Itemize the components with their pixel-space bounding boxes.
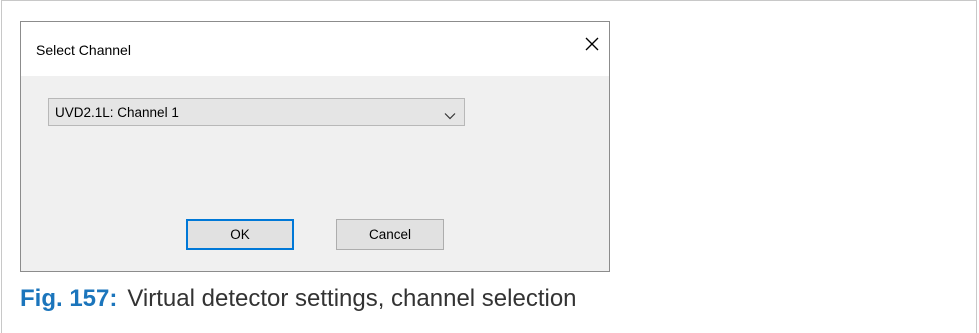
close-icon bbox=[585, 37, 599, 56]
channel-dropdown[interactable]: UVD2.1L: Channel 1 bbox=[48, 98, 465, 126]
figure-caption: Fig. 157: Virtual detector settings, chan… bbox=[20, 285, 577, 313]
chevron-down-icon bbox=[444, 108, 456, 120]
ok-button[interactable]: OK bbox=[186, 219, 294, 250]
dialog-title: Select Channel bbox=[36, 42, 131, 58]
figure-caption-label: Fig. 157: bbox=[20, 285, 118, 312]
cancel-button[interactable]: Cancel bbox=[336, 219, 444, 250]
figure-caption-text: Virtual detector settings, channel selec… bbox=[127, 285, 577, 312]
select-channel-dialog: Select Channel UVD2.1L: Channel 1 OK Can… bbox=[20, 21, 610, 272]
close-button[interactable] bbox=[577, 32, 607, 60]
dialog-titlebar: Select Channel bbox=[21, 22, 609, 76]
channel-dropdown-value: UVD2.1L: Channel 1 bbox=[55, 105, 179, 120]
